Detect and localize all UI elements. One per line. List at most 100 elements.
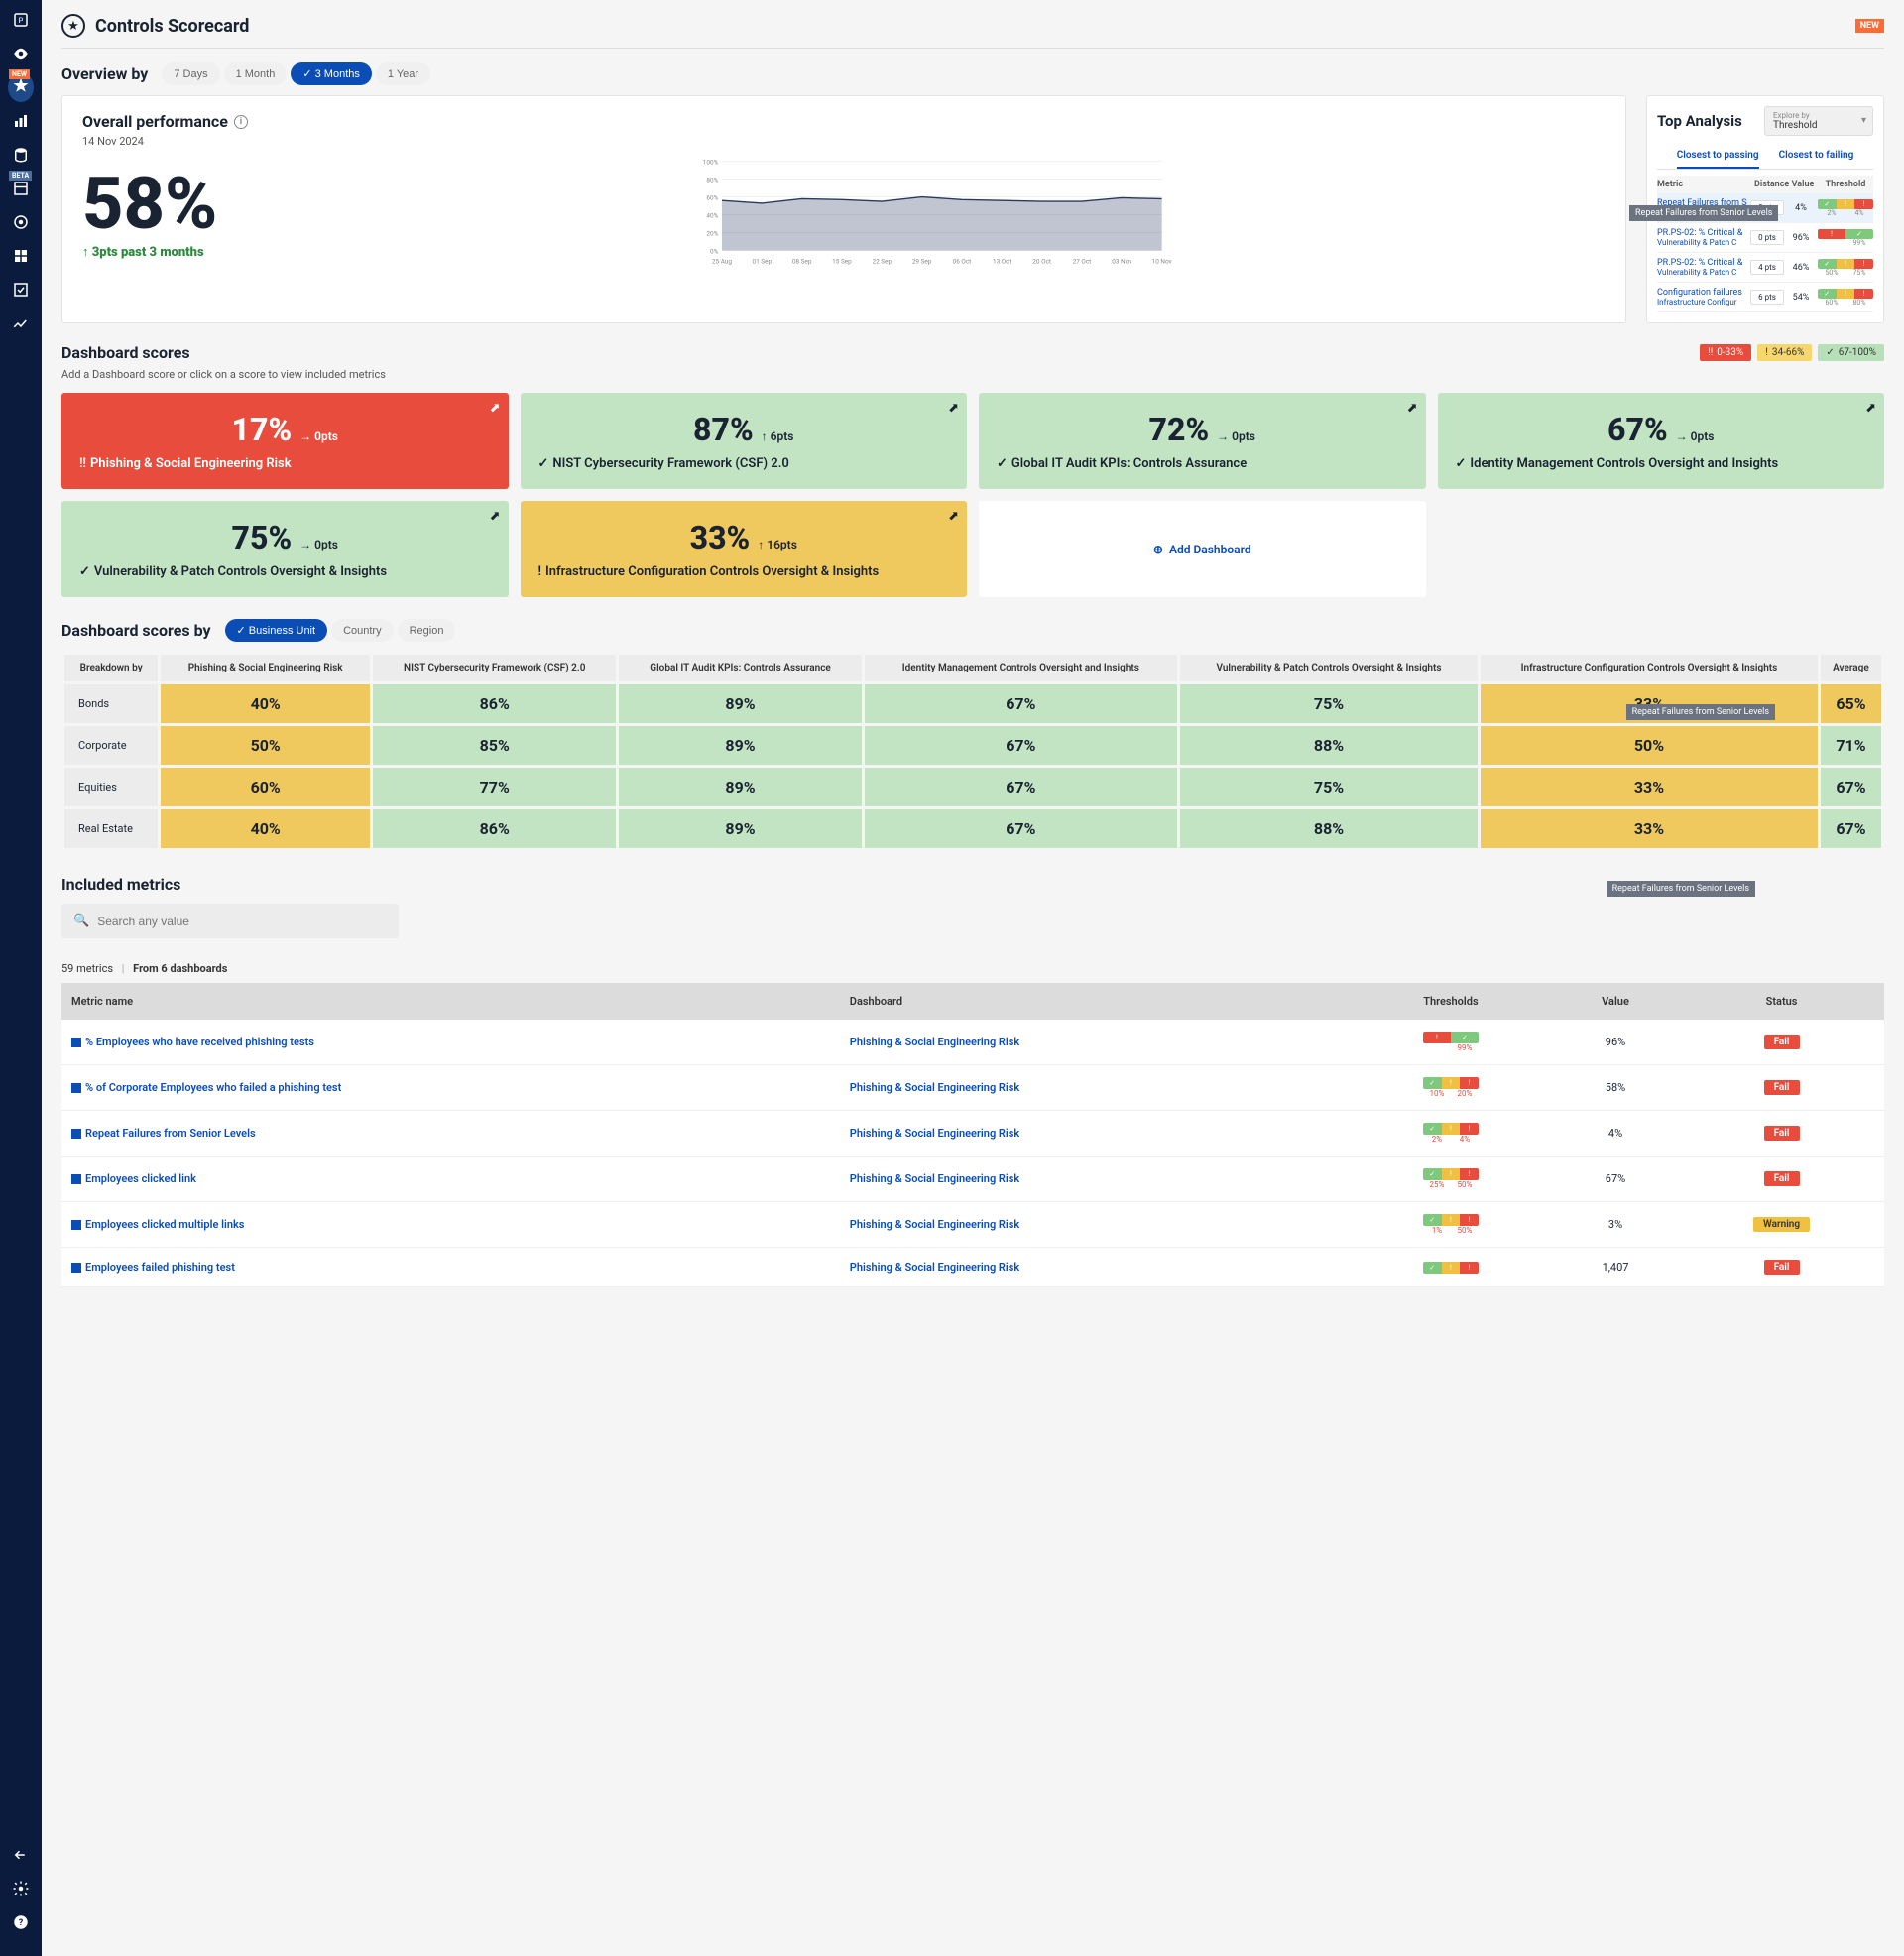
col-value: Value	[1552, 983, 1679, 1020]
breakdown-cell[interactable]: 33%	[1481, 809, 1818, 848]
info-icon[interactable]: i	[234, 115, 248, 129]
dashboard-score-card[interactable]: ⬈ 72%→ 0pts ✓Global IT Audit KPIs: Contr…	[979, 393, 1426, 489]
metric-link[interactable]: Employees failed phishing test	[85, 1261, 235, 1274]
open-icon[interactable]: ⬈	[490, 509, 501, 524]
open-icon[interactable]: ⬈	[1407, 401, 1418, 416]
breakdown-cell[interactable]: 67%	[1821, 809, 1881, 848]
breakdown-cell[interactable]: 89%	[619, 684, 861, 723]
breakdown-cell[interactable]: 75%	[1180, 684, 1478, 723]
metric-icon	[71, 1038, 81, 1047]
ta-col-distance: Distance	[1754, 180, 1788, 189]
col-metric-name: Metric name	[61, 983, 840, 1020]
status-badge: Fail	[1764, 1126, 1800, 1141]
nav-target-icon[interactable]	[11, 212, 31, 232]
breakdown-cell[interactable]: 67%	[865, 768, 1177, 806]
search-input[interactable]	[97, 915, 387, 928]
top-analysis-tab[interactable]: Closest to failing	[1779, 144, 1854, 169]
ta-metric-link[interactable]: PR.PS-02: % Critical &Vulnerability & Pa…	[1657, 228, 1748, 247]
dashboard-link[interactable]: Phishing & Social Engineering Risk	[850, 1218, 1019, 1231]
svg-text:P: P	[19, 16, 24, 25]
dashboard-link[interactable]: Phishing & Social Engineering Risk	[850, 1172, 1019, 1185]
top-analysis-tab[interactable]: Closest to passing	[1677, 144, 1759, 169]
nav-grid-icon[interactable]	[11, 246, 31, 266]
ta-metric-link[interactable]: Configuration failuresInfrastructure Con…	[1657, 288, 1748, 306]
range-pill[interactable]: 1 Year	[376, 62, 430, 85]
open-icon[interactable]: ⬈	[948, 509, 959, 524]
dashboard-score-card[interactable]: ⬈ 75%→ 0pts ✓Vulnerability & Patch Contr…	[61, 501, 509, 597]
breakdown-cell[interactable]: 40%	[161, 809, 370, 848]
range-pill[interactable]: ✓ 3 Months	[291, 62, 372, 85]
tooltip: Repeat Failures from Senior Levels	[1606, 881, 1755, 897]
breakdown-cell[interactable]: 60%	[161, 768, 370, 806]
breakdown-cell[interactable]: 67%	[865, 809, 1177, 848]
explore-by-select[interactable]: Explore by Threshold	[1764, 106, 1873, 136]
dashboard-link[interactable]: Phishing & Social Engineering Risk	[850, 1036, 1019, 1048]
nav-settings-icon[interactable]	[11, 1879, 31, 1898]
dashboard-link[interactable]: Phishing & Social Engineering Risk	[850, 1261, 1019, 1274]
breakdown-cell[interactable]: 50%	[161, 726, 370, 765]
nav-trend-icon[interactable]	[11, 313, 31, 333]
dashboard-score-card[interactable]: ⬈ 67%→ 0pts ✓Identity Management Control…	[1438, 393, 1885, 489]
breakdown-cell[interactable]: 88%	[1180, 809, 1478, 848]
open-icon[interactable]: ⬈	[1865, 401, 1876, 416]
nav-bars-icon[interactable]	[11, 111, 31, 131]
svg-text:60%: 60%	[707, 193, 719, 201]
breakdown-cell[interactable]: 86%	[373, 809, 616, 848]
nav-check-icon[interactable]	[11, 280, 31, 300]
nav-beta-icon[interactable]: BETA	[11, 179, 31, 198]
legend-red: !! 0-33%	[1700, 344, 1751, 361]
ta-row[interactable]: PR.PS-02: % Critical &Vulnerability & Pa…	[1657, 223, 1873, 253]
breakdown-cell[interactable]: 89%	[619, 768, 861, 806]
breakdown-cell[interactable]: 88%	[1180, 726, 1478, 765]
breakdown-cell[interactable]: 85%	[373, 726, 616, 765]
col-status: Status	[1679, 983, 1884, 1020]
breakdown-cell[interactable]: 86%	[373, 684, 616, 723]
nav-help-icon[interactable]: ?	[11, 1912, 31, 1932]
dashboard-score-card[interactable]: ⬈ 33%↑ 16pts !Infrastructure Configurati…	[521, 501, 968, 597]
open-icon[interactable]: ⬈	[948, 401, 959, 416]
dashboard-link[interactable]: Phishing & Social Engineering Risk	[850, 1081, 1019, 1094]
nav-eye-icon[interactable]	[11, 44, 31, 63]
breakdown-cell[interactable]: 89%	[619, 726, 861, 765]
range-pill[interactable]: 7 Days	[162, 62, 219, 85]
nav-logout-icon[interactable]	[11, 1845, 31, 1865]
dashboard-score-card[interactable]: ⬈ 17%→ 0pts !!Phishing & Social Engineer…	[61, 393, 509, 489]
breakdown-cell[interactable]: 67%	[1821, 768, 1881, 806]
svg-text:20 Oct: 20 Oct	[1033, 257, 1052, 265]
breakdown-cell[interactable]: 71%	[1821, 726, 1881, 765]
breakdown-cell[interactable]: 33%	[1481, 768, 1818, 806]
metric-link[interactable]: Employees clicked link	[85, 1172, 196, 1185]
metric-link[interactable]: % of Corporate Employees who failed a ph…	[85, 1081, 341, 1094]
breakdown-cell[interactable]: 75%	[1180, 768, 1478, 806]
metric-link[interactable]: Employees clicked multiple links	[85, 1218, 244, 1231]
status-badge: Fail	[1764, 1080, 1800, 1095]
breakdown-cell[interactable]: 77%	[373, 768, 616, 806]
metric-link[interactable]: % Employees who have received phishing t…	[85, 1036, 314, 1048]
open-icon[interactable]: ⬈	[490, 401, 501, 416]
add-dashboard-button[interactable]: ⊕Add Dashboard	[979, 501, 1426, 597]
ta-row[interactable]: Configuration failuresInfrastructure Con…	[1657, 283, 1873, 312]
range-pill[interactable]: 1 Month	[224, 62, 288, 85]
nav-scorecard-icon[interactable]: NEW	[11, 77, 31, 97]
breakdown-filter-pill[interactable]: Region	[398, 619, 456, 642]
legend-yellow: ! 34-66%	[1757, 344, 1812, 361]
ta-metric-link[interactable]: PR.PS-02: % Critical &Vulnerability & Pa…	[1657, 258, 1748, 277]
breakdown-cell[interactable]: 89%	[619, 809, 861, 848]
nav-logo[interactable]: P	[11, 10, 31, 30]
breakdown-filter-pill[interactable]: Country	[331, 619, 394, 642]
dashboard-score-card[interactable]: ⬈ 87%↑ 6pts ✓NIST Cybersecurity Framewor…	[521, 393, 968, 489]
breakdown-filter-pill[interactable]: ✓ Business Unit	[225, 619, 328, 642]
metric-value: 58%	[1552, 1065, 1679, 1111]
nav-db-icon[interactable]	[11, 145, 31, 165]
breakdown-cell[interactable]: 65%	[1821, 684, 1881, 723]
metric-link[interactable]: Repeat Failures from Senior Levels	[85, 1127, 256, 1140]
breakdown-cell[interactable]: 67%	[865, 726, 1177, 765]
svg-text:40%: 40%	[707, 211, 719, 219]
breakdown-cell[interactable]: 67%	[865, 684, 1177, 723]
breakdown-cell[interactable]: 40%	[161, 684, 370, 723]
ta-row[interactable]: PR.PS-02: % Critical &Vulnerability & Pa…	[1657, 253, 1873, 283]
search-box[interactable]: 🔍	[61, 904, 399, 938]
metrics-from: From 6 dashboards	[133, 962, 227, 975]
dashboard-link[interactable]: Phishing & Social Engineering Risk	[850, 1127, 1019, 1140]
breakdown-cell[interactable]: 50%	[1481, 726, 1818, 765]
